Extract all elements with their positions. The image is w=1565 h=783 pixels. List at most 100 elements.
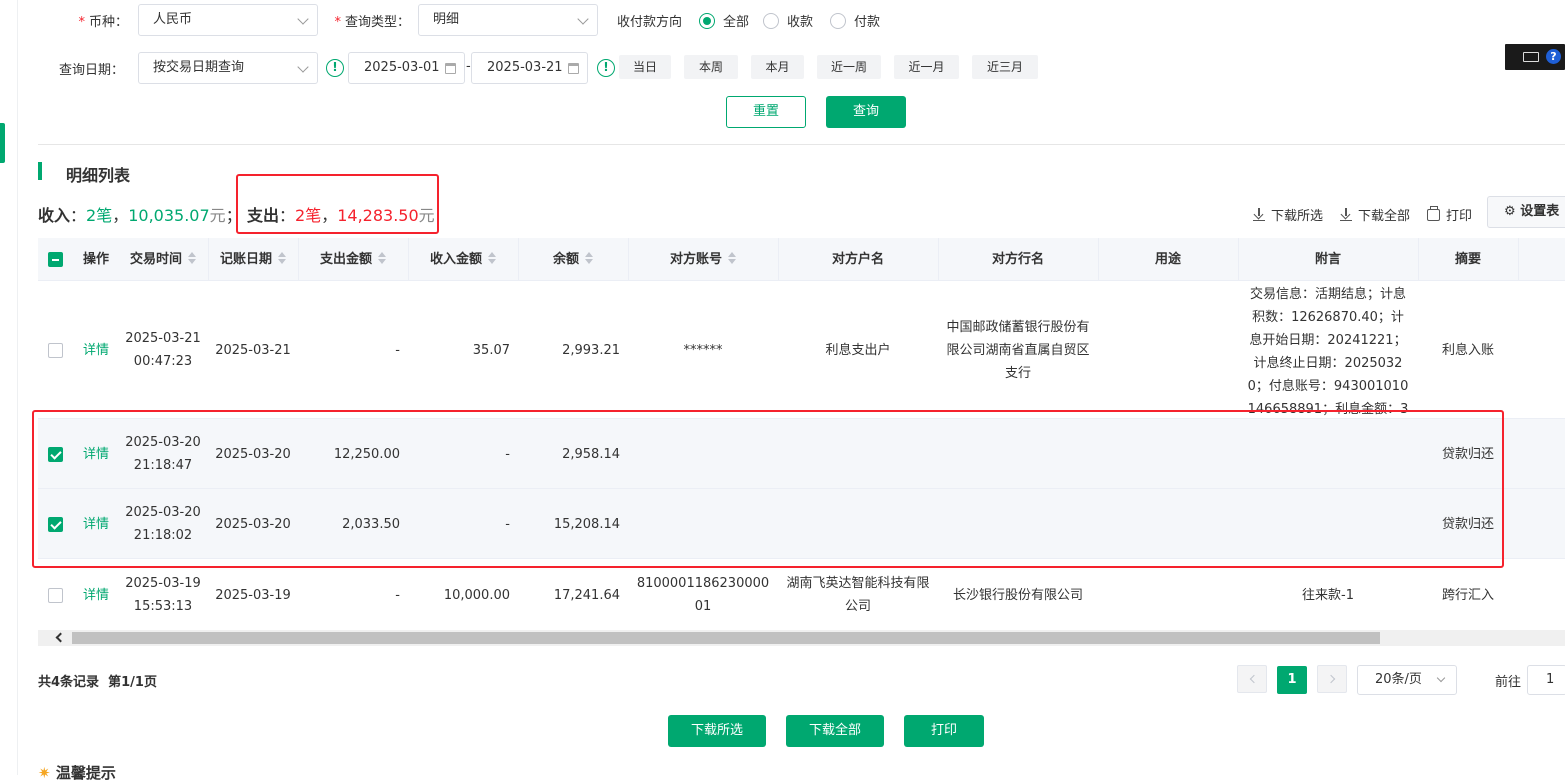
- info-icon[interactable]: !: [326, 59, 344, 77]
- header-balance[interactable]: 余额: [518, 238, 628, 281]
- start-date-input[interactable]: 2025-03-01: [348, 52, 465, 84]
- date-mode-select[interactable]: 按交易日期查询: [138, 52, 318, 84]
- gear-icon: ⚙: [1504, 204, 1516, 219]
- cell-expense: -: [395, 342, 400, 358]
- info-icon[interactable]: !: [597, 59, 615, 77]
- quick-last-3months-button[interactable]: 近三月: [972, 55, 1038, 79]
- row-checkbox[interactable]: [48, 281, 63, 419]
- cell-counter-name: 利息支出户: [825, 342, 891, 358]
- download-all-link[interactable]: 下载全部: [1340, 205, 1410, 224]
- reset-button[interactable]: 重置: [726, 96, 806, 128]
- sort-icon: [278, 252, 286, 264]
- table-row[interactable]: 详情 2025-03-21 00:47:23 2025-03-21 - 35.07…: [38, 281, 1565, 419]
- cell-counter-bank: 中国邮政储蓄银行股份有限公司湖南省直属自贸区支行: [946, 319, 1090, 381]
- chevron-left-icon[interactable]: [55, 632, 66, 643]
- download-selected-link[interactable]: 下载所选: [1253, 205, 1323, 224]
- date-label: 查询日期：: [58, 63, 124, 78]
- selected-rows-highlight-box: [32, 410, 1504, 568]
- header-time[interactable]: 交易时间: [118, 238, 208, 281]
- help-icon: ?: [1546, 49, 1561, 64]
- sort-icon: [378, 252, 386, 264]
- cell-time: 2025-03-19 15:53:13: [125, 576, 201, 614]
- header-action: 操作: [82, 252, 109, 267]
- record-count: 共4条记录 第1/1页: [38, 675, 157, 690]
- left-rail: [0, 0, 18, 775]
- bottom-download-selected-button[interactable]: 下载所选: [668, 715, 766, 747]
- cell-time: 2025-03-21 00:47:23: [125, 331, 201, 369]
- calendar-icon: [568, 63, 579, 74]
- detail-link[interactable]: 详情: [76, 559, 116, 631]
- quick-last-month-button[interactable]: 近一月: [894, 55, 959, 79]
- chevron-left-icon: [1249, 674, 1259, 684]
- section-accent-bar: [38, 162, 42, 180]
- keyboard-icon: [1523, 52, 1539, 62]
- quick-month-button[interactable]: 本月: [751, 55, 804, 79]
- print-link[interactable]: 打印: [1427, 205, 1472, 224]
- print-icon: [1427, 205, 1440, 221]
- sort-icon: [585, 252, 593, 264]
- income-summary: 收入：2笔，10,035.07元；: [38, 206, 242, 225]
- goto-page-input[interactable]: 1: [1527, 665, 1565, 695]
- row-checkbox[interactable]: [48, 559, 63, 631]
- header-expense[interactable]: 支出金额: [298, 238, 408, 281]
- quick-week-button[interactable]: 本周: [684, 55, 738, 79]
- section-title: 明细列表: [66, 166, 131, 185]
- scrollbar-thumb[interactable]: [72, 632, 1380, 644]
- radio-all[interactable]: 全部: [699, 11, 749, 30]
- cell-balance: 2,993.21: [562, 342, 620, 358]
- goto-label: 前往: [1495, 675, 1522, 690]
- calendar-icon: [445, 63, 456, 74]
- cell-balance: 17,241.64: [553, 587, 620, 603]
- quick-today-button[interactable]: 当日: [619, 55, 671, 79]
- direction-label: 收付款方向: [617, 15, 683, 30]
- bottom-download-all-button[interactable]: 下载全部: [786, 715, 884, 747]
- expense-highlight-box: [236, 174, 439, 234]
- table-row[interactable]: 详情 2025-03-19 15:53:13 2025-03-19 - 10,00…: [38, 559, 1565, 631]
- header-purpose: 用途: [1154, 252, 1181, 267]
- current-page[interactable]: 1: [1277, 666, 1307, 694]
- cell-counter-bank: 长沙银行股份有限公司: [952, 587, 1083, 603]
- chevron-down-icon: [297, 61, 309, 73]
- next-page-button[interactable]: [1317, 665, 1347, 693]
- tip-icon: ✷: [38, 764, 51, 782]
- cell-expense: -: [395, 587, 400, 603]
- query-button[interactable]: 查询: [826, 96, 906, 128]
- cell-purpose: [1098, 281, 1238, 419]
- currency-label: * 币种：: [78, 15, 128, 30]
- query-type-select[interactable]: 明细: [418, 4, 598, 36]
- cell-income: 10,000.00: [443, 587, 510, 603]
- prev-page-button[interactable]: [1237, 665, 1267, 693]
- header-summary: 摘要: [1454, 252, 1481, 267]
- keyboard-help-widget[interactable]: ?: [1505, 44, 1565, 70]
- bottom-print-button[interactable]: 打印: [904, 715, 984, 747]
- divider: [38, 144, 1565, 145]
- page-size-select[interactable]: 20条/页: [1357, 665, 1457, 695]
- cell-note: 交易信息：活期结息；计息积数：12626870.40；计息开始日期：202412…: [1247, 287, 1409, 417]
- detail-link[interactable]: 详情: [76, 281, 116, 419]
- header-counter-account[interactable]: 对方账号: [628, 238, 778, 281]
- radio-income[interactable]: 收款: [763, 11, 813, 30]
- header-counter-bank: 对方行名: [991, 252, 1044, 267]
- cell-counter-name: 湖南飞英达智能科技有限公司: [786, 576, 930, 614]
- query-type-label: * 查询类型：: [334, 15, 410, 30]
- header-income[interactable]: 收入金额: [408, 238, 518, 281]
- download-icon: [1340, 208, 1352, 221]
- cell-summary: 跨行汇入: [1441, 587, 1494, 603]
- select-all-checkbox[interactable]: [48, 252, 63, 267]
- sort-icon: [488, 252, 496, 264]
- end-date-input[interactable]: 2025-03-21: [471, 52, 588, 84]
- currency-select[interactable]: 人民币: [138, 4, 318, 36]
- header-counter-name: 对方户名: [831, 252, 884, 267]
- horizontal-scrollbar[interactable]: [38, 630, 1565, 646]
- cell-post-date: 2025-03-21: [215, 342, 291, 358]
- quick-last-week-button[interactable]: 近一周: [817, 55, 881, 79]
- sort-icon: [188, 252, 196, 264]
- sort-icon: [728, 252, 736, 264]
- download-icon: [1253, 208, 1265, 221]
- table-header: 操作 交易时间 记账日期 支出金额 收入金额 余额 对方账号 对方户名 对方行名…: [38, 238, 1565, 281]
- radio-expense[interactable]: 付款: [830, 11, 880, 30]
- table-settings-button[interactable]: ⚙ 设置表: [1487, 196, 1565, 228]
- date-separator: -: [466, 59, 471, 74]
- cell-purpose: [1098, 559, 1238, 631]
- header-post-date[interactable]: 记账日期: [208, 238, 298, 281]
